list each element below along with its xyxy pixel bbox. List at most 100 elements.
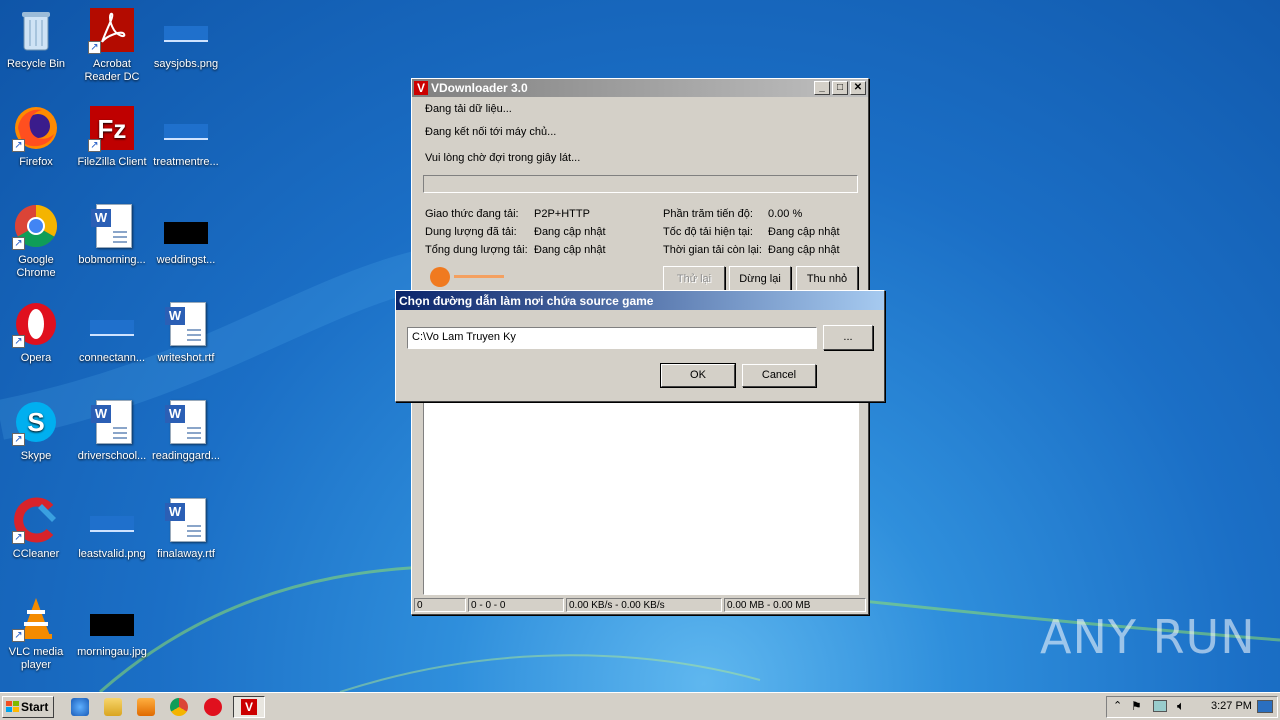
desktop-icon-label: leastvalid.png <box>78 548 146 560</box>
minimize-to-tray-button[interactable]: Thu nhỏ <box>796 266 858 292</box>
action-center-flag-icon[interactable]: ⚑ <box>1131 699 1142 713</box>
desktop-icon-bobmorning[interactable]: W bobmorning... <box>74 202 150 267</box>
path-input-value: C:\Vo Lam Truyen Ky <box>412 331 516 343</box>
desktop-icon-chrome[interactable]: ↗ Google Chrome <box>0 202 74 280</box>
minimize-button[interactable]: _ <box>814 81 830 95</box>
protocol-value: P2P+HTTP <box>534 208 590 220</box>
downloaded-value: Đang cập nhật <box>534 226 606 238</box>
browse-button[interactable]: ... <box>823 325 873 350</box>
stop-button[interactable]: Dừng lại <box>729 266 791 292</box>
chrome-taskbar-icon[interactable] <box>170 698 188 716</box>
start-label: Start <box>21 700 49 714</box>
vdownloader-titlebar[interactable]: V VDownloader 3.0 _ □ ✕ <box>412 79 868 97</box>
desktop-icon-label: Opera <box>20 352 52 364</box>
anyrun-watermark: ANY RUN <box>1040 610 1256 664</box>
internet-explorer-icon[interactable] <box>71 698 89 716</box>
desktop-icon-morningau[interactable]: morningau.jpg <box>74 594 150 659</box>
windows-flag-icon <box>6 701 19 712</box>
log-area[interactable] <box>423 399 859 595</box>
svg-text:S: S <box>27 407 44 437</box>
acrobat-icon: ↗ <box>88 6 136 54</box>
path-dialog: Chọn đường dẫn làm nơi chứa source game … <box>395 290 885 402</box>
maximize-button[interactable]: □ <box>832 81 848 95</box>
show-desktop-button[interactable] <box>1257 700 1273 713</box>
download-progress-bar <box>423 175 858 193</box>
desktop-icon-finalaway[interactable]: W finalaway.rtf <box>148 496 224 561</box>
word-document-icon: W <box>162 496 210 544</box>
desktop-icon-label: FileZilla Client <box>77 156 147 168</box>
word-document-icon: W <box>88 202 136 250</box>
desktop-icon-vlc[interactable]: ↗ VLC media player <box>0 594 74 672</box>
desktop-icon-label: Acrobat Reader DC <box>84 58 140 83</box>
desktop-icon-writeshot[interactable]: W writeshot.rtf <box>148 300 224 365</box>
file-explorer-icon[interactable] <box>104 698 122 716</box>
desktop-icon-weddingst[interactable]: weddingst... <box>148 202 224 267</box>
desktop-icon-label: Google Chrome <box>16 254 56 279</box>
shortcut-arrow-icon: ↗ <box>12 139 25 152</box>
retry-button[interactable]: Thử lại <box>663 266 725 292</box>
system-tray: ⌃ ⚑ 🔈︎ 3:27 PM <box>1106 696 1278 718</box>
desktop-icon-label: saysjobs.png <box>153 58 219 70</box>
dialog-titlebar[interactable]: Chọn đường dẫn làm nơi chứa source game <box>396 291 884 310</box>
shortcut-arrow-icon: ↗ <box>88 139 101 152</box>
downloaded-label: Dung lượng đã tải: <box>425 226 517 238</box>
desktop-icon-readinggard[interactable]: W readinggard... <box>148 398 224 463</box>
desktop-icon-opera[interactable]: ↗ Opera <box>0 300 74 365</box>
desktop-icon-label: treatmentre... <box>153 156 219 168</box>
vdownloader-taskbar-button[interactable]: V <box>233 696 265 718</box>
status-line-loading: Đang tải dữ liệu... <box>425 103 512 115</box>
desktop-icon-label: bobmorning... <box>78 254 146 266</box>
chrome-icon: ↗ <box>12 202 60 250</box>
filezilla-icon: Fz ↗ <box>88 104 136 152</box>
desktop-icon-leastvalid[interactable]: leastvalid.png <box>74 496 150 561</box>
desktop-icon-label: finalaway.rtf <box>157 548 215 560</box>
ccleaner-icon: ↗ <box>12 496 60 544</box>
show-hidden-icons-button[interactable]: ⌃ <box>1113 699 1122 712</box>
speed-label: Tốc độ tải hiện tại: <box>663 226 753 238</box>
firefox-icon: ↗ <box>12 104 60 152</box>
desktop-icon-saysjobs[interactable]: saysjobs.png <box>148 6 224 71</box>
clock[interactable]: 3:27 PM <box>1211 700 1252 712</box>
desktop-icon-connectann[interactable]: connectann... <box>74 300 150 365</box>
volume-icon[interactable]: 🔈︎ <box>1177 698 1185 714</box>
statusbar-cell: 0.00 KB/s - 0.00 KB/s <box>566 598 722 612</box>
desktop-icon-driverschool[interactable]: W driverschool... <box>74 398 150 463</box>
desktop-icon-label: weddingst... <box>156 254 216 266</box>
protocol-label: Giao thức đang tải: <box>425 208 519 220</box>
path-input[interactable]: C:\Vo Lam Truyen Ky <box>407 327 817 349</box>
desktop-icon-ccleaner[interactable]: ↗ CCleaner <box>0 496 74 561</box>
word-document-icon: W <box>162 300 210 348</box>
dialog-title: Chọn đường dẫn làm nơi chứa source game <box>399 293 654 308</box>
opera-icon: ↗ <box>12 300 60 348</box>
desktop-icon-label: readinggard... <box>152 450 220 462</box>
cancel-button[interactable]: Cancel <box>742 364 816 387</box>
media-player-icon[interactable] <box>137 698 155 716</box>
desktop-icon-skype[interactable]: S ↗ Skype <box>0 398 74 463</box>
vdownloader-title: VDownloader 3.0 <box>431 81 528 95</box>
opera-taskbar-icon[interactable] <box>204 698 222 716</box>
ok-button[interactable]: OK <box>661 364 735 387</box>
desktop-icon-label: driverschool... <box>77 450 147 462</box>
taskbar: Start V ⌃ ⚑ 🔈︎ 3:27 PM <box>0 692 1280 720</box>
image-file-icon <box>162 104 210 152</box>
remaining-value: Đang cập nhật <box>768 244 840 256</box>
vlc-icon: ↗ <box>12 594 60 642</box>
close-button[interactable]: ✕ <box>850 81 866 95</box>
desktop-icon-treatmentre[interactable]: treatmentre... <box>148 104 224 169</box>
desktop-icon-acrobat[interactable]: ↗ Acrobat Reader DC <box>74 6 150 84</box>
vng-logo <box>428 265 508 287</box>
statusbar: 0 0 - 0 - 0 0.00 KB/s - 0.00 KB/s 0.00 M… <box>414 598 866 612</box>
shortcut-arrow-icon: ↗ <box>12 237 25 250</box>
shortcut-arrow-icon: ↗ <box>12 335 25 348</box>
image-file-icon <box>88 496 136 544</box>
shortcut-arrow-icon: ↗ <box>12 433 25 446</box>
total-value: Đang cập nhật <box>534 244 606 256</box>
desktop-icon-firefox[interactable]: ↗ Firefox <box>0 104 74 169</box>
start-button[interactable]: Start <box>2 696 54 718</box>
desktop-icon-label: morningau.jpg <box>77 646 147 658</box>
network-icon[interactable] <box>1153 700 1167 712</box>
image-file-icon <box>88 300 136 348</box>
image-file-icon <box>162 202 210 250</box>
desktop-icon-recycle-bin[interactable]: Recycle Bin <box>0 6 74 71</box>
desktop-icon-filezilla[interactable]: Fz ↗ FileZilla Client <box>74 104 150 169</box>
